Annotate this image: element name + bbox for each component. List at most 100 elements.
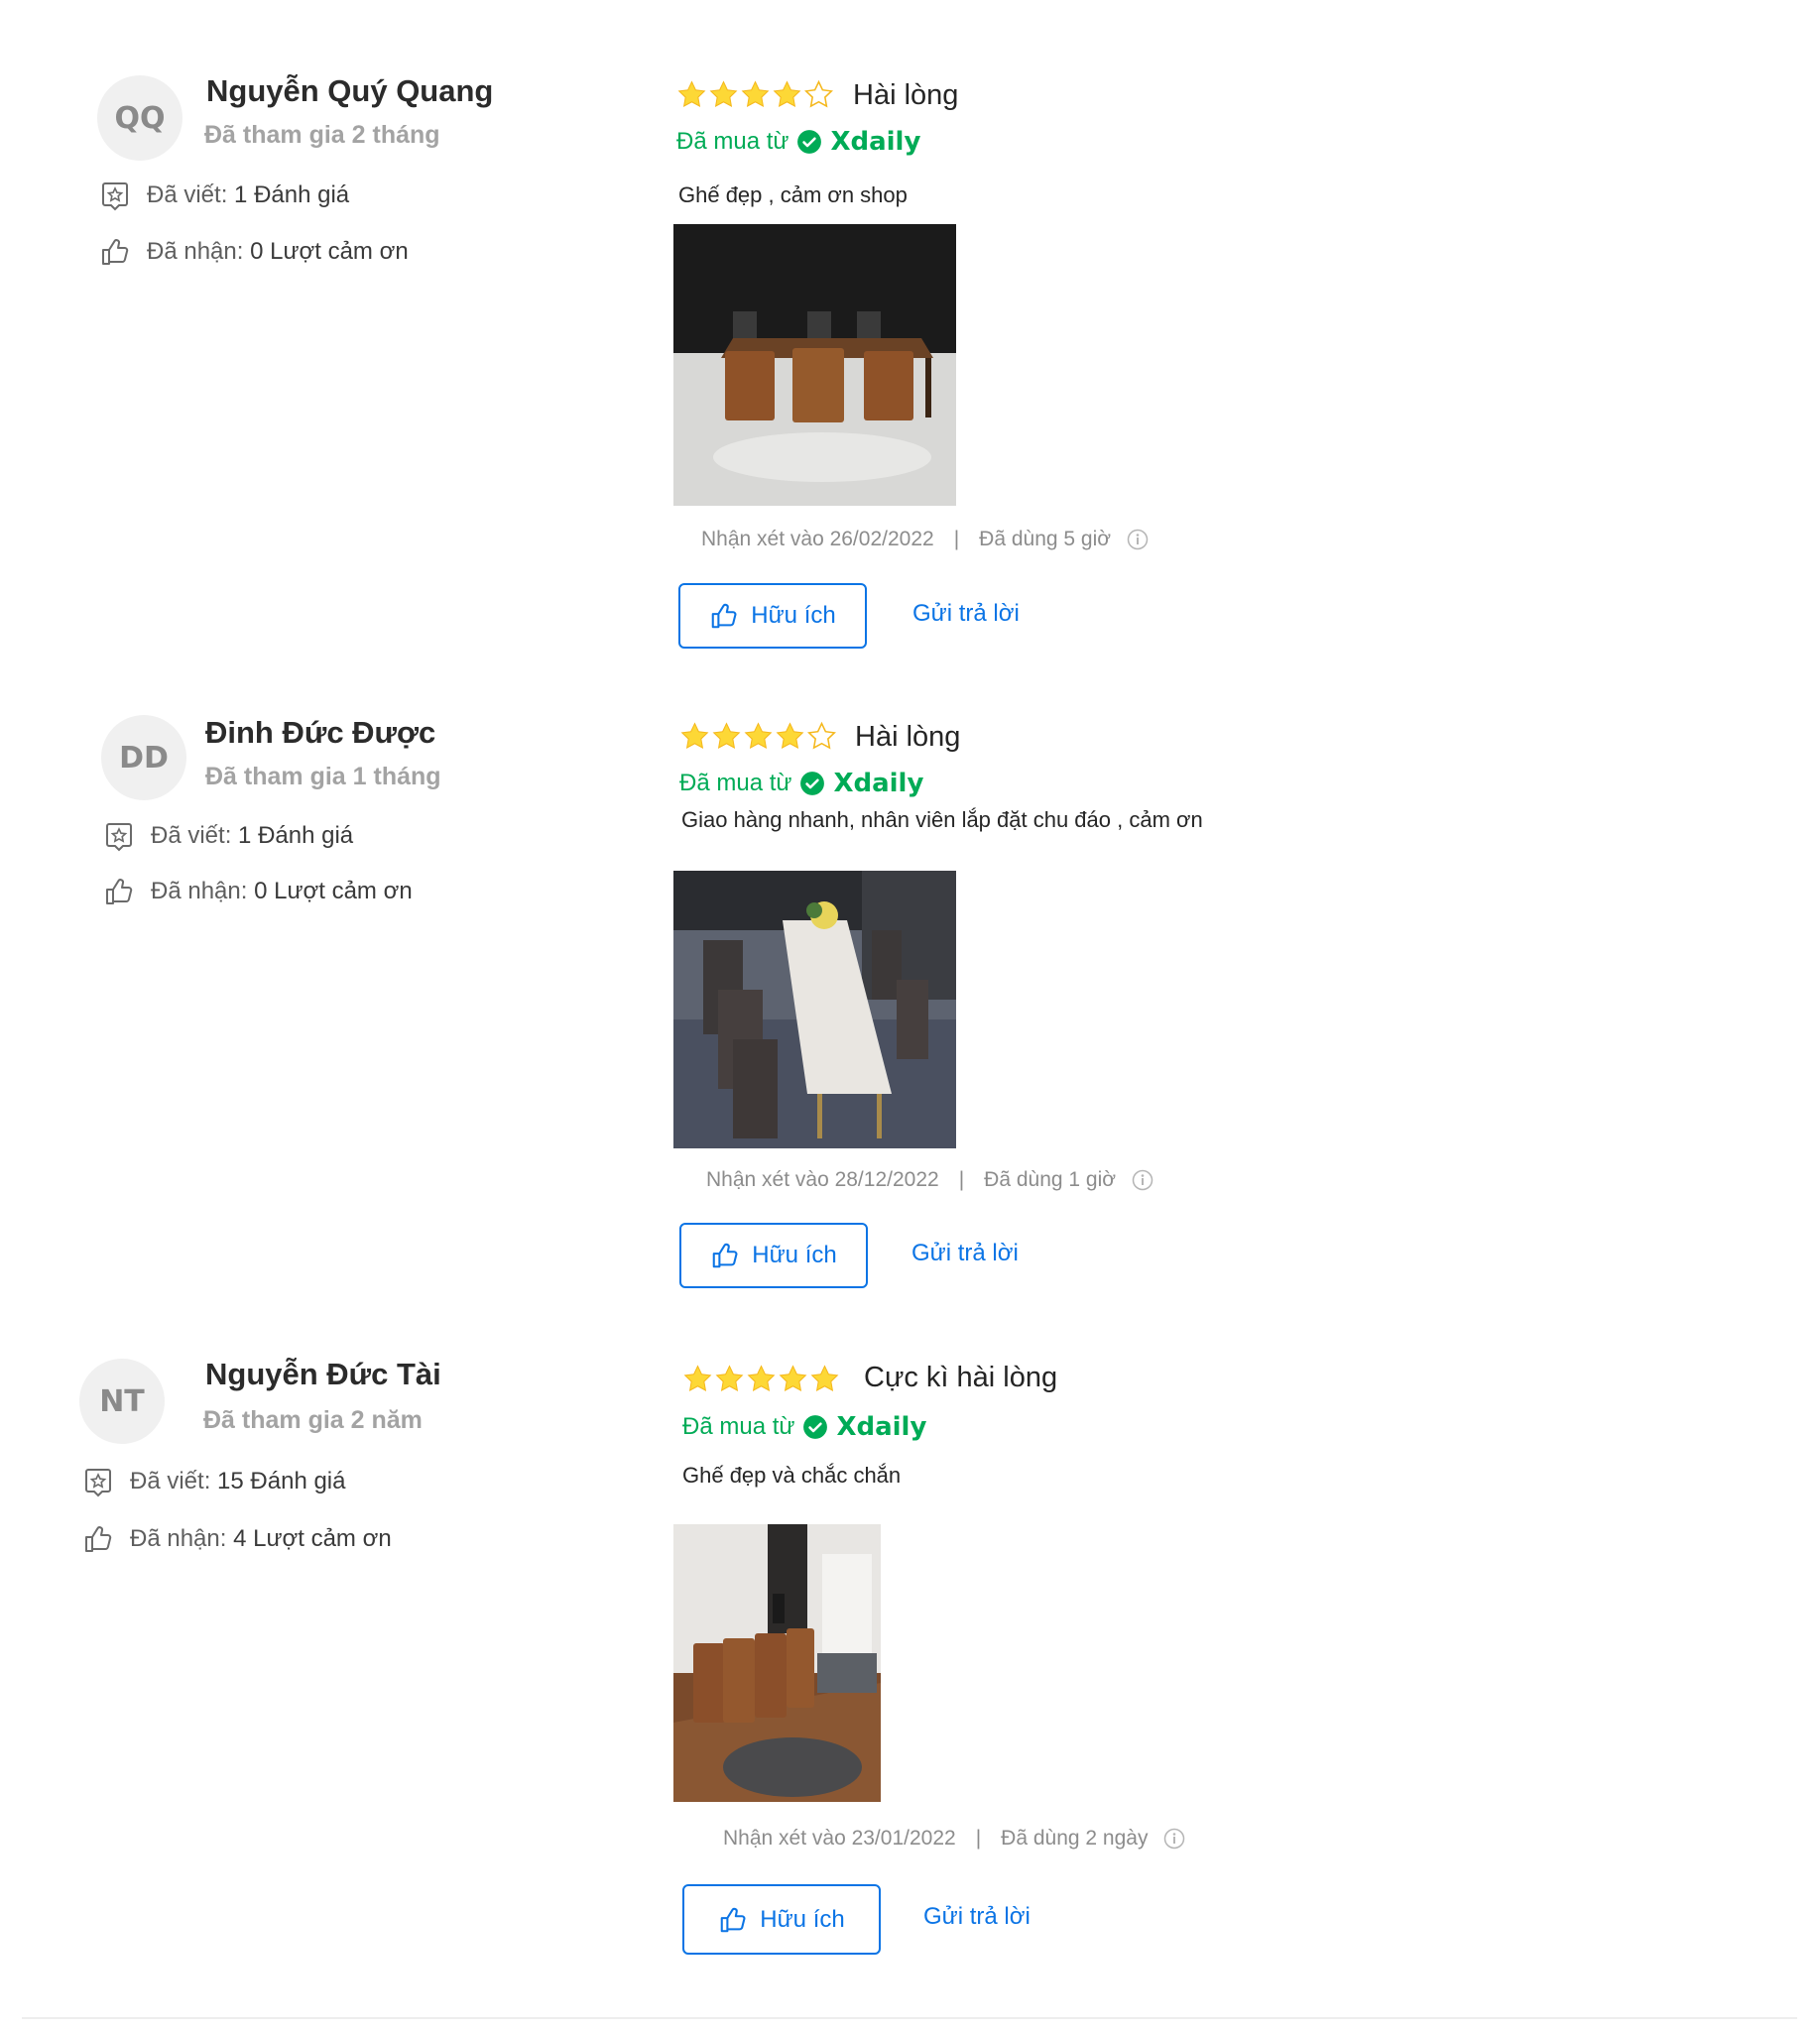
thumbs-up-icon (721, 1907, 746, 1932)
review-date: Nhận xét vào 28/12/2022 (706, 1168, 939, 1191)
bought-label: Đã mua từ (676, 128, 789, 155)
usage-time: Đã dùng 1 giờ (984, 1168, 1117, 1191)
review-photo[interactable] (673, 224, 956, 506)
info-icon[interactable] (1127, 529, 1149, 550)
star-empty-icon (804, 79, 833, 108)
helpful-button[interactable]: Hữu ích (679, 1223, 868, 1288)
usage-time: Đã dùng 2 ngày (1001, 1827, 1149, 1850)
written-label: Đã viết: (147, 181, 228, 208)
review-meta: Nhận xét vào 28/12/2022 | Đã dùng 1 giờ (706, 1168, 1153, 1192)
shop-name[interactable]: Xdaily (833, 769, 923, 798)
received-label: Đã nhận: (130, 1525, 227, 1552)
written-count: Đã viết: 1 Đánh giá (99, 179, 349, 211)
reviewer-name: Nguyễn Đức Tài (205, 1357, 441, 1391)
star-rating (679, 721, 838, 752)
written-count: Đã viết: 1 Đánh giá (103, 820, 353, 852)
bought-from: Đã mua từ Xdaily (676, 127, 920, 157)
review-photo[interactable] (673, 1524, 881, 1802)
star-rating (676, 79, 835, 110)
bought-label: Đã mua từ (682, 1413, 795, 1440)
avatar: NT (79, 1359, 165, 1444)
star-full-icon (715, 1365, 744, 1391)
reply-link[interactable]: Gửi trả lời (911, 1240, 1019, 1267)
helpful-label: Hữu ích (760, 1905, 845, 1933)
received-value: 0 Lượt cảm ơn (254, 878, 413, 904)
star-empty-icon (807, 721, 836, 750)
received-value: 4 Lượt cảm ơn (233, 1525, 392, 1552)
verified-check-icon (800, 772, 825, 795)
room-brown-chairs-photo (673, 1524, 881, 1802)
review-comment: Ghế đẹp , cảm ơn shop (678, 182, 908, 207)
star-full-icon (677, 80, 706, 107)
written-value: 1 Đánh giá (234, 181, 350, 208)
review-written-icon (85, 1469, 111, 1497)
review-photo[interactable] (673, 871, 956, 1148)
review-meta: Nhận xét vào 23/01/2022 | Đã dùng 2 ngày (723, 1827, 1185, 1851)
helpful-label: Hữu ích (752, 1242, 837, 1268)
dining-table-brown-chairs-photo (673, 224, 956, 506)
star-full-icon (680, 722, 709, 749)
star-full-icon (741, 80, 770, 107)
received-count: Đã nhận: 4 Lượt cảm ơn (82, 1523, 392, 1555)
review-written-icon (106, 823, 132, 852)
avatar: DD (101, 715, 186, 800)
written-label: Đã viết: (151, 822, 232, 849)
helpful-button[interactable]: Hữu ích (678, 583, 867, 649)
thumbs-up-icon (85, 1526, 112, 1552)
marble-table-dark-chairs-photo (673, 871, 956, 1148)
info-icon[interactable] (1163, 1828, 1185, 1850)
joined-duration: Đã tham gia 2 năm (203, 1406, 423, 1434)
star-full-icon (810, 1365, 839, 1391)
bought-from: Đã mua từ Xdaily (679, 769, 923, 798)
thumbs-up-icon (713, 1243, 738, 1268)
thumbs-up-icon (106, 879, 133, 904)
bought-label: Đã mua từ (679, 770, 792, 796)
review-written-icon (102, 182, 128, 211)
avatar: QQ (97, 75, 182, 161)
star-full-icon (776, 722, 804, 749)
joined-duration: Đã tham gia 2 tháng (204, 121, 440, 149)
reviewer-name: Nguyễn Quý Quang (206, 73, 494, 108)
star-rating (682, 1364, 841, 1394)
meta-separator: | (975, 1827, 982, 1850)
star-full-icon (744, 722, 773, 749)
review-date: Nhận xét vào 23/01/2022 (723, 1827, 956, 1850)
rating-label: Cực kì hài lòng (864, 1362, 1058, 1393)
verified-check-icon (797, 130, 822, 154)
written-value: 1 Đánh giá (238, 822, 354, 849)
received-label: Đã nhận: (151, 878, 248, 904)
written-label: Đã viết: (130, 1468, 211, 1494)
rating-label: Hài lòng (855, 721, 961, 753)
joined-duration: Đã tham gia 1 tháng (205, 763, 441, 790)
received-count: Đã nhận: 0 Lượt cảm ơn (99, 236, 409, 268)
received-count: Đã nhận: 0 Lượt cảm ơn (103, 876, 413, 907)
rating-label: Hài lòng (853, 79, 959, 111)
review-comment: Ghế đẹp và chắc chắn (682, 1463, 902, 1488)
thumbs-up-icon (712, 603, 737, 629)
review-meta: Nhận xét vào 26/02/2022 | Đã dùng 5 giờ (701, 528, 1149, 551)
star-full-icon (712, 722, 741, 749)
helpful-button[interactable]: Hữu ích (682, 1884, 881, 1955)
received-label: Đã nhận: (147, 238, 244, 265)
written-value: 15 Đánh giá (217, 1468, 346, 1494)
reply-link[interactable]: Gửi trả lời (923, 1903, 1031, 1931)
meta-separator: | (953, 528, 960, 550)
reviewer-name: Đinh Đức Được (205, 715, 436, 750)
star-full-icon (747, 1365, 776, 1391)
usage-time: Đã dùng 5 giờ (979, 528, 1112, 550)
info-icon[interactable] (1132, 1169, 1153, 1191)
meta-separator: | (958, 1168, 965, 1191)
thumbs-up-icon (102, 239, 129, 265)
review-comment: Giao hàng nhanh, nhân viên lắp đặt chu đ… (681, 807, 1203, 832)
verified-check-icon (803, 1415, 828, 1439)
reply-link[interactable]: Gửi trả lời (912, 600, 1020, 628)
shop-name[interactable]: Xdaily (836, 1412, 926, 1442)
star-full-icon (683, 1365, 712, 1391)
shop-name[interactable]: Xdaily (830, 127, 920, 157)
helpful-label: Hữu ích (751, 602, 836, 629)
star-full-icon (779, 1365, 807, 1391)
divider (22, 2017, 1797, 2019)
star-full-icon (773, 80, 801, 107)
review-date: Nhận xét vào 26/02/2022 (701, 528, 934, 550)
bought-from: Đã mua từ Xdaily (682, 1412, 926, 1442)
